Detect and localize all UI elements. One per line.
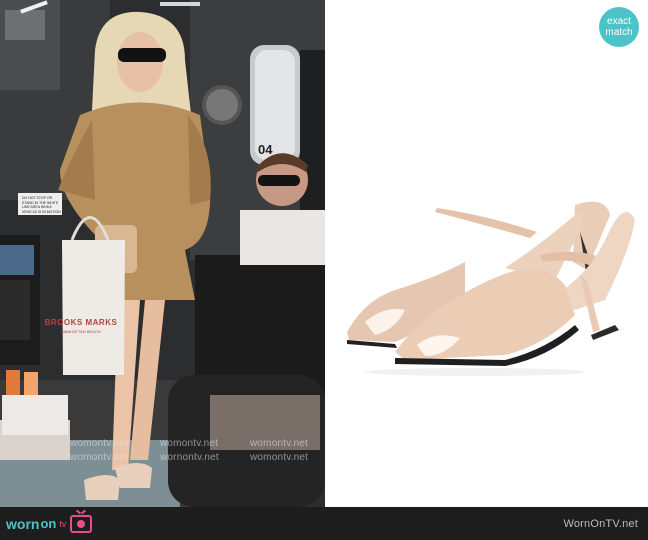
tote-bag-brand: BROOKS MARKS (44, 318, 118, 327)
watermark: womontv.net (250, 438, 309, 449)
watermark: wornontv.net (160, 452, 219, 463)
logo-worn: worn (6, 515, 40, 532)
badge-line2: match (605, 27, 633, 38)
page: BROOKS MARKS MANHATTAN BEACH DO NOT STOP… (0, 0, 648, 540)
watermark: womontv.net (70, 452, 129, 463)
product-image[interactable] (325, 0, 648, 507)
scene-photo: BROOKS MARKS MANHATTAN BEACH DO NOT STOP… (0, 0, 325, 507)
watermark: womontv.net (70, 438, 129, 449)
watermark: womontv.net (250, 452, 309, 463)
logo-tv: tv (59, 518, 67, 529)
tote-bag-tagline: MANHATTAN BEACH (61, 329, 101, 334)
badge-line1: exact (607, 16, 631, 27)
tv-icon (70, 514, 93, 533)
scene-photo-illustration (0, 0, 325, 507)
wornontv-logo[interactable]: worn on tv (6, 514, 93, 533)
bus-safety-sign: DO NOT STOP OR STAND IN THE WHITE LINE A… (22, 196, 61, 214)
footer-bar: worn on tv WornOnTV.net (0, 507, 648, 540)
exact-match-badge: exact match (599, 7, 639, 47)
mule-sandals-illustration (347, 201, 635, 376)
site-url[interactable]: WornOnTV.net (563, 518, 638, 530)
logo-on: on (40, 515, 57, 531)
watermark: womontv.net (160, 438, 219, 449)
bus-number: 04 (258, 142, 273, 157)
